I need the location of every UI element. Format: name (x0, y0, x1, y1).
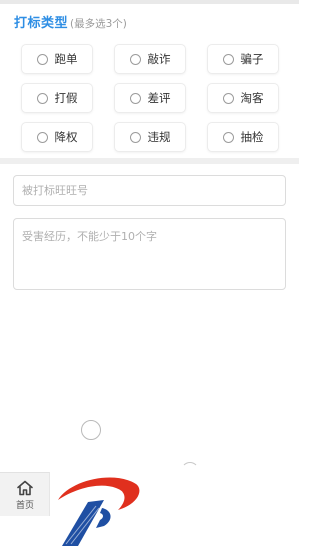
bottom-tab-bar: 首页 (0, 472, 50, 516)
option-tao-ke[interactable]: 淘客 (208, 84, 278, 112)
option-label: 抽检 (240, 130, 264, 144)
option-label: 降权 (54, 130, 78, 144)
radio-unchecked-icon[interactable] (222, 131, 234, 143)
tab-home[interactable]: 首页 (0, 476, 50, 514)
account-input[interactable] (13, 175, 286, 206)
option-label: 敲诈 (147, 52, 171, 66)
option-label: 差评 (147, 91, 171, 105)
option-da-jia[interactable]: 打假 (22, 84, 92, 112)
option-qiao-zha[interactable]: 敲诈 (115, 45, 185, 73)
radio-unchecked-icon[interactable] (36, 131, 48, 143)
home-icon (17, 480, 33, 495)
section-header: 打标类型 (最多选3个) (14, 12, 127, 31)
brand-logo-watermark (58, 477, 140, 546)
option-label: 打假 (54, 91, 78, 105)
option-grid: 跑单 敲诈 骗子 打假 差评 淘客 降权 违规 抽检 (22, 45, 278, 151)
partial-circle-decoration (181, 462, 199, 480)
radio-unchecked-icon[interactable] (129, 53, 141, 65)
radio-unchecked-icon[interactable] (129, 131, 141, 143)
option-cha-ping[interactable]: 差评 (115, 84, 185, 112)
option-pian-zi[interactable]: 骗子 (208, 45, 278, 73)
radio-unchecked-icon[interactable] (36, 92, 48, 104)
option-wei-gui[interactable]: 违规 (115, 123, 185, 151)
section-hint: (最多选3个) (70, 18, 127, 30)
radio-unchecked-icon[interactable] (129, 92, 141, 104)
tab-home-label: 首页 (15, 500, 34, 511)
option-chou-jian[interactable]: 抽检 (208, 123, 278, 151)
option-label: 跑单 (54, 52, 78, 66)
radio-unchecked-icon[interactable] (36, 53, 48, 65)
section-title: 打标类型 (14, 16, 69, 31)
option-jiang-quan[interactable]: 降权 (22, 123, 92, 151)
section-divider (0, 158, 299, 164)
radio-unchecked-icon[interactable] (222, 92, 234, 104)
option-label: 淘客 (240, 91, 264, 105)
status-strip (0, 0, 299, 4)
option-label: 违规 (147, 130, 171, 144)
option-label: 骗子 (240, 52, 264, 66)
experience-textarea[interactable] (13, 218, 286, 290)
radio-unchecked-icon[interactable] (222, 53, 234, 65)
option-pao-dan[interactable]: 跑单 (22, 45, 92, 73)
floating-button[interactable] (81, 420, 101, 440)
